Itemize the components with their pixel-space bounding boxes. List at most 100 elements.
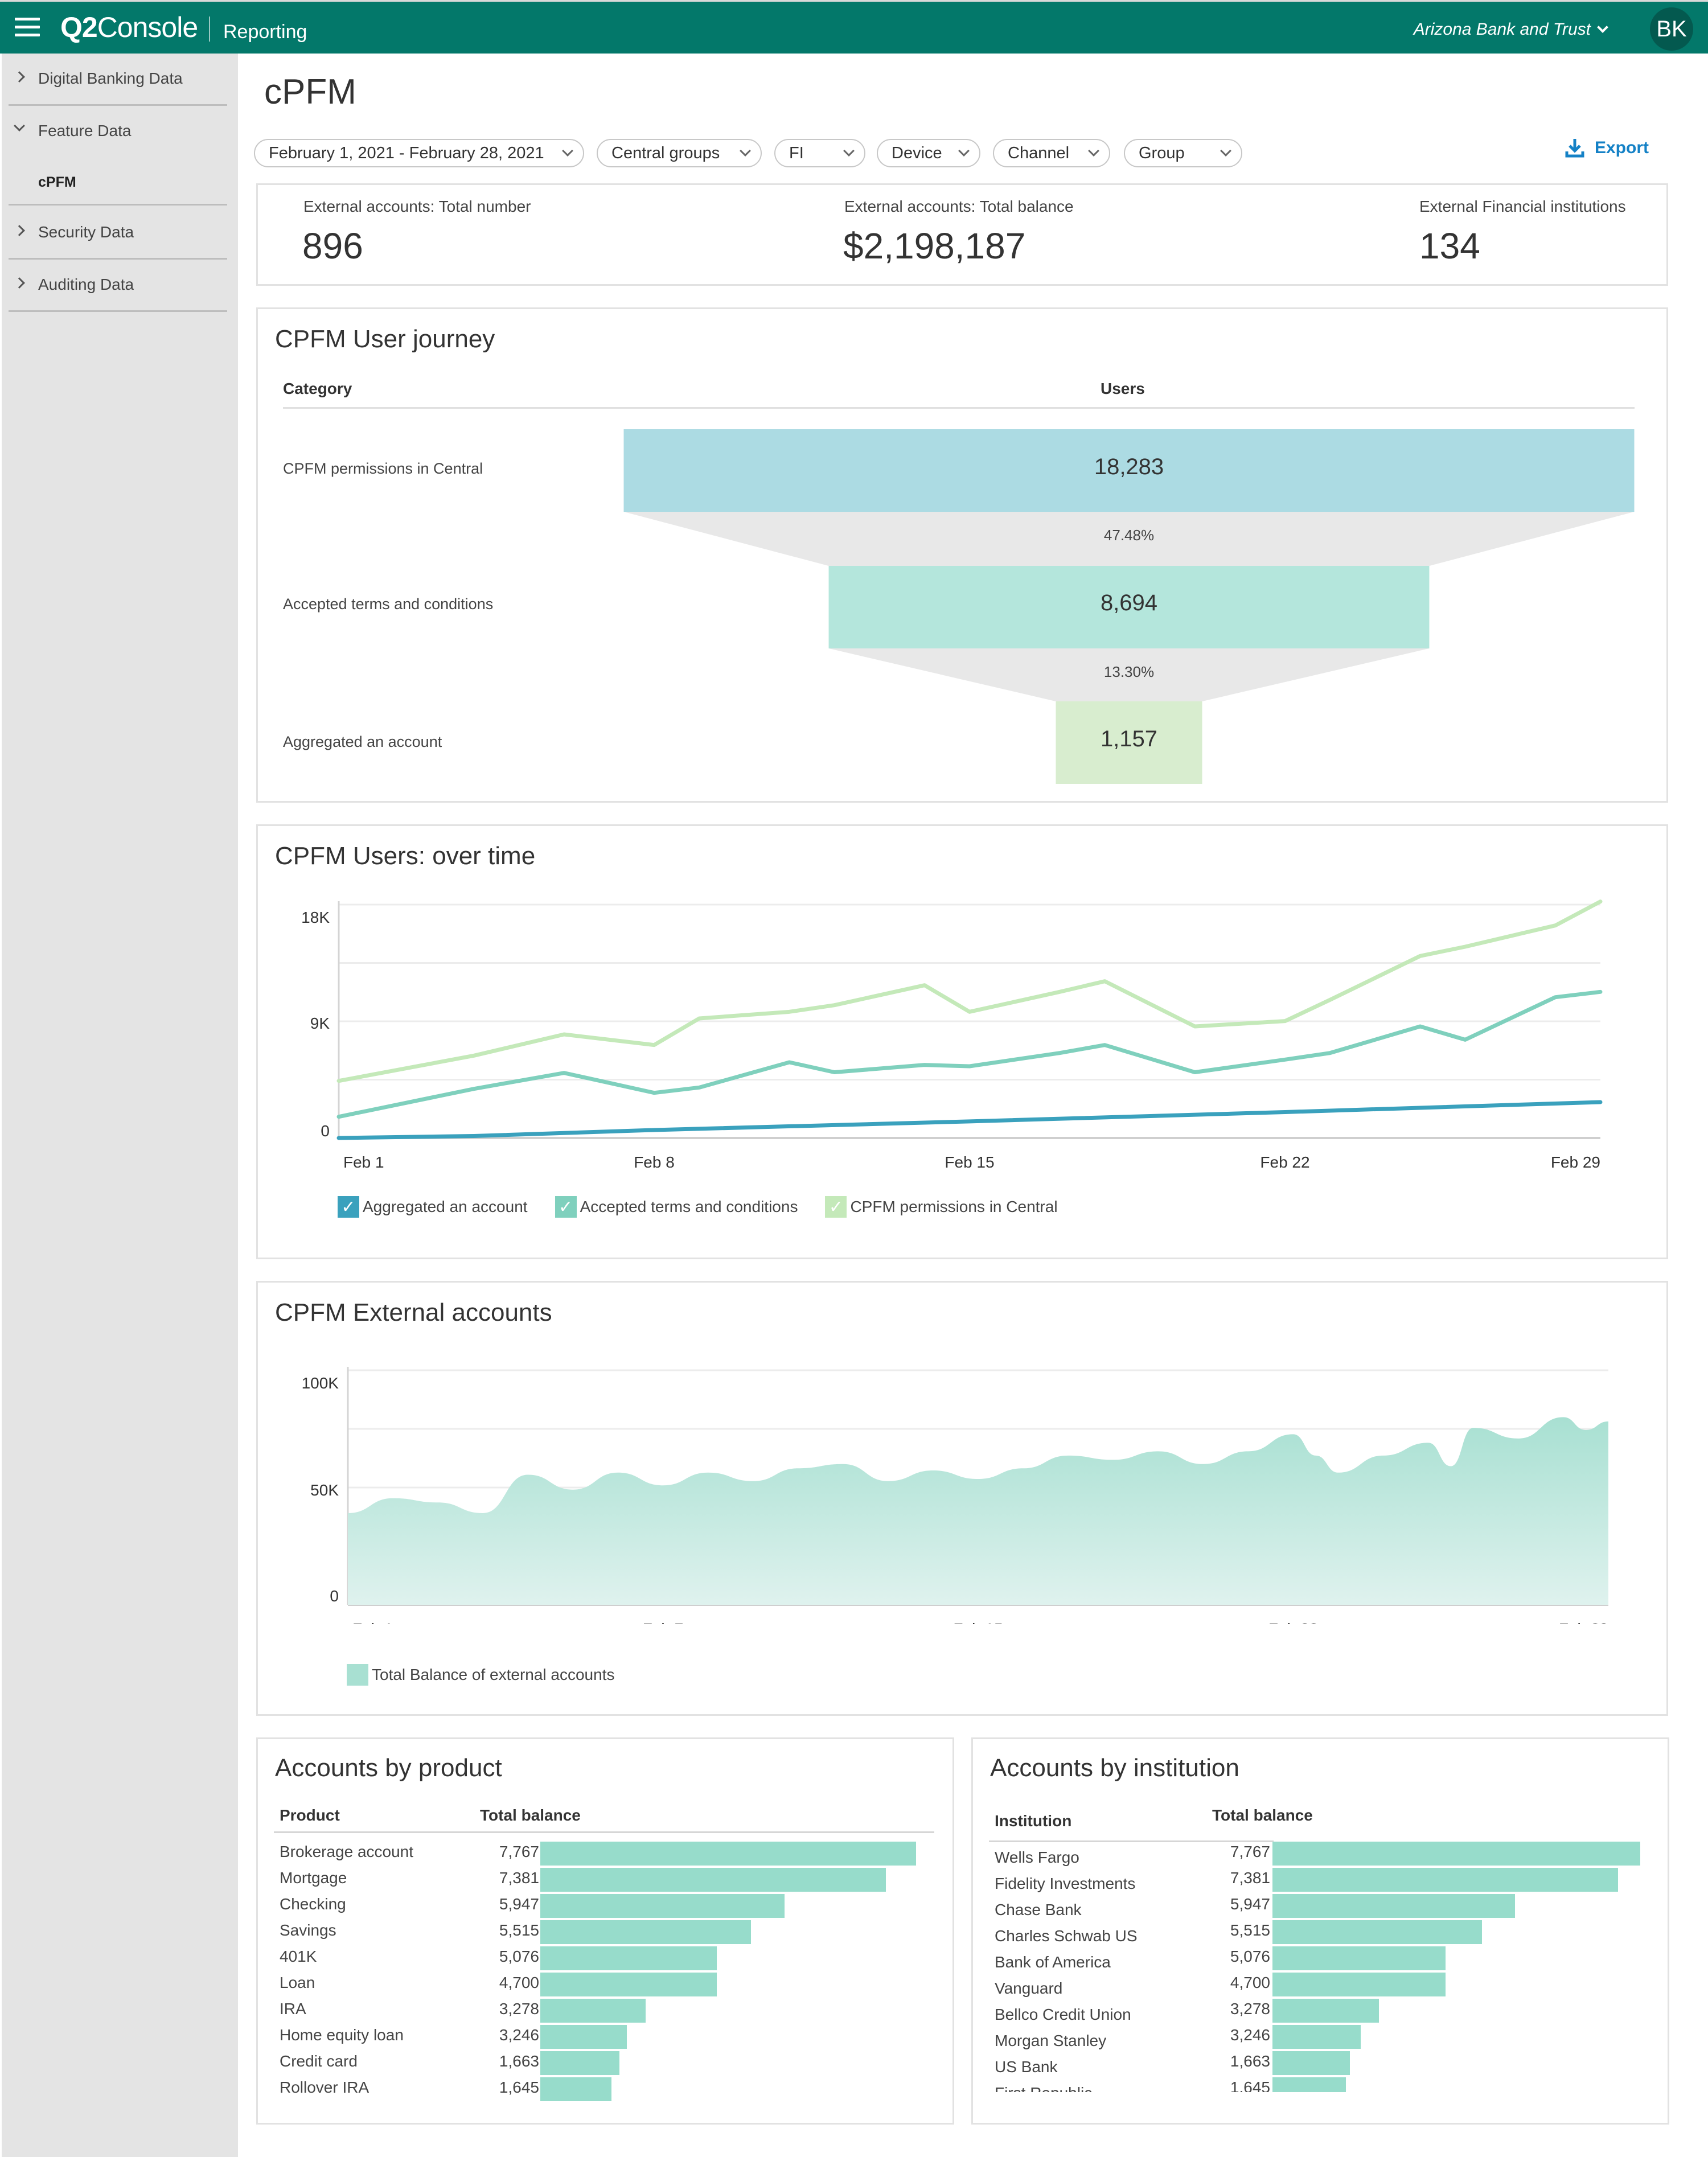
bar — [540, 1973, 717, 1996]
download-icon — [1565, 139, 1584, 158]
legend-label: Total Balance of external accounts — [372, 1666, 615, 1683]
area-series — [348, 1417, 1608, 1605]
row-label: Mortgage — [280, 1869, 347, 1887]
row-label: US Bank — [995, 2058, 1058, 2076]
row-value: 3,246 — [499, 2026, 539, 2044]
row-label: First Republic — [995, 2084, 1092, 2092]
x-tick-label: Feb 1 — [343, 1153, 384, 1168]
device-filter[interactable]: Device — [877, 139, 980, 167]
sidebar-item-label: Digital Banking Data — [38, 69, 183, 87]
funnel-chart — [623, 429, 1635, 784]
row-label: Brokerage account — [280, 1843, 414, 1860]
sidebar-item-auditing-data[interactable]: Auditing Data — [9, 260, 227, 312]
external-accounts-card: CPFM External accounts 100K50K0Feb 1Feb … — [256, 1281, 1668, 1716]
page-title: cPFM — [264, 72, 356, 112]
row-label: Chase Bank — [995, 1901, 1082, 1918]
chart-legend: Total Balance of external accounts — [347, 1664, 614, 1686]
kpi-label-financial-institutions: External Financial institutions — [1419, 198, 1626, 215]
column-header-product: Product — [280, 1806, 340, 1824]
funnel-conversion: 47.48% — [1103, 527, 1155, 544]
header-divider — [274, 1831, 934, 1833]
x-tick-label: Feb 15 — [953, 1620, 1003, 1624]
column-header-total-balance: Total balance — [480, 1806, 581, 1824]
row-value: 7,381 — [499, 1869, 539, 1887]
date-range-filter[interactable]: February 1, 2021 - February 28, 2021 — [254, 139, 584, 167]
funnel-category: Aggregated an account — [283, 733, 442, 750]
row-value: 7,381 — [1230, 1869, 1270, 1887]
chevron-down-icon — [1220, 145, 1231, 157]
fi-filter[interactable]: FI — [774, 139, 865, 167]
row-label: Bellco Credit Union — [995, 2006, 1131, 2023]
row-label: Vanguard — [995, 1979, 1063, 1997]
row-value: 7,767 — [499, 1843, 539, 1860]
chevron-right-icon — [14, 277, 25, 289]
row-label: Credit card — [280, 2052, 358, 2070]
sidebar-item-label: Security Data — [38, 223, 134, 241]
hamburger-menu-icon[interactable] — [15, 18, 40, 37]
row-label: IRA — [280, 2000, 306, 2018]
funnel-conversion: 13.30% — [1103, 663, 1155, 680]
export-label: Export — [1594, 138, 1649, 157]
y-tick-label: 100K — [302, 1374, 339, 1392]
row-value: 5,076 — [499, 1948, 539, 1965]
y-tick-label: 50K — [310, 1481, 339, 1499]
sidebar-item-feature-data[interactable]: Feature Data cPFM — [9, 106, 227, 206]
kpi-card: External accounts: Total number 896 Exte… — [256, 183, 1668, 286]
x-tick-label: Feb 7 — [643, 1620, 684, 1624]
bar — [1272, 2025, 1361, 2049]
filter-label: February 1, 2021 - February 28, 2021 — [269, 144, 544, 162]
legend-swatch[interactable] — [347, 1664, 368, 1686]
group-filter[interactable]: Group — [1124, 139, 1242, 167]
chevron-down-icon — [740, 145, 751, 157]
user-avatar[interactable]: BK — [1650, 7, 1693, 51]
legend-checkbox-accepted-terms[interactable]: ✓ — [555, 1196, 577, 1218]
row-value: 1,663 — [1230, 2052, 1270, 2070]
accounts-by-product-card: Accounts by product Product Total balanc… — [256, 1737, 954, 2125]
row-label: Fidelity Investments — [995, 1875, 1136, 1892]
sidebar-item-security-data[interactable]: Security Data — [9, 207, 227, 260]
central-groups-filter[interactable]: Central groups — [597, 139, 762, 167]
x-tick-label: Feb 15 — [945, 1153, 994, 1168]
x-tick-label: Feb 8 — [634, 1153, 675, 1168]
bar — [540, 2025, 627, 2049]
org-switcher[interactable]: Arizona Bank and Trust — [1414, 20, 1608, 39]
series-line — [336, 1100, 1603, 1140]
institution-rows[interactable]: Wells Fargo 7,767 Fidelity Investments 7,38… — [973, 1739, 1668, 2092]
row-value: 5,947 — [499, 1895, 539, 1913]
x-tick-label: Feb 1 — [352, 1620, 393, 1624]
kpi-value-total-balance: $2,198,187 — [843, 225, 1026, 266]
sidebar-subitem-cpfm[interactable]: cPFM — [38, 174, 76, 191]
bar — [1272, 2077, 1346, 2092]
legend-label: Accepted terms and conditions — [580, 1198, 798, 1215]
funnel-value: 1,157 — [1100, 726, 1158, 751]
channel-filter[interactable]: Channel — [993, 139, 1110, 167]
row-label: Savings — [280, 1921, 336, 1939]
export-button[interactable]: Export — [1565, 138, 1649, 158]
sidebar-item-digital-banking-data[interactable]: Digital Banking Data — [9, 54, 227, 106]
row-value: 5,515 — [1230, 1921, 1270, 1939]
row-label: 401K — [280, 1948, 317, 1965]
filter-label: Group — [1139, 144, 1185, 162]
funnel-category: CPFM permissions in Central — [283, 460, 483, 477]
sidebar: Digital Banking Data Feature Data cPFM S… — [0, 54, 238, 2157]
x-tick-label: Feb 22 — [1260, 1153, 1309, 1168]
bar — [1272, 1999, 1379, 2023]
bar — [1272, 1868, 1619, 1892]
chart-legend: ✓ Aggregated an account ✓ Accepted terms… — [338, 1196, 1058, 1218]
bar — [540, 1946, 717, 1970]
chevron-down-icon — [1597, 22, 1608, 33]
row-value: 1,645 — [499, 2078, 539, 2096]
users-over-time-chart: 18K 9K 0 Feb 1 Feb 8 Feb 15 Feb 22 Feb 29 — [301, 899, 1603, 1168]
sidebar-item-label: Auditing Data — [38, 276, 134, 293]
legend-checkbox-aggregated[interactable]: ✓ — [338, 1196, 359, 1218]
app-logo[interactable]: Q2Console — [60, 11, 198, 44]
legend-checkbox-permissions[interactable]: ✓ — [825, 1196, 847, 1218]
funnel-category: Accepted terms and conditions — [283, 595, 494, 613]
row-label: Charles Schwab US — [995, 1927, 1138, 1945]
kpi-value-total-number: 896 — [302, 225, 363, 266]
section-name: Reporting — [223, 21, 307, 43]
row-label: Loan — [280, 1974, 315, 1991]
row-value: 1,645 — [1230, 2078, 1270, 2092]
bar — [540, 1999, 646, 2023]
card-title: Accounts by product — [275, 1754, 502, 1782]
